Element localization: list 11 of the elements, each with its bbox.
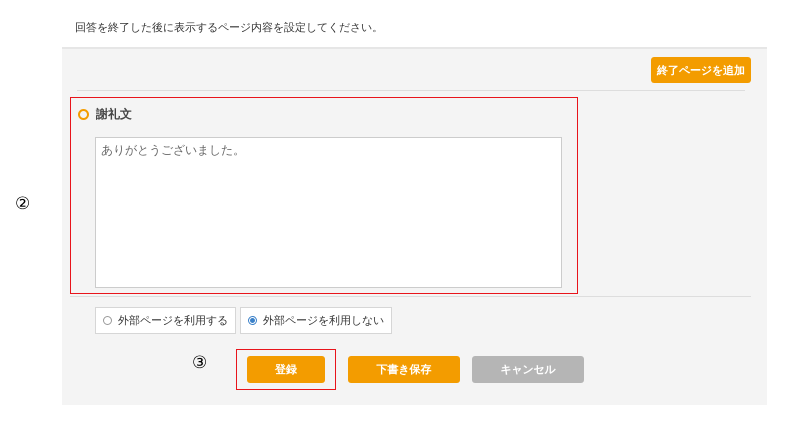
message-field[interactable]: ありがとうございました。 (95, 137, 562, 288)
add-end-page-button[interactable]: 終了ページを追加 (651, 57, 751, 83)
radio-option[interactable]: 外部ページを利用する (95, 307, 236, 334)
instruction-text: 回答を終了した後に表示するページ内容を設定してください。 (75, 20, 383, 35)
action-button[interactable]: 登録 (247, 356, 325, 383)
annotation-number: ② (15, 194, 30, 214)
section-title: 謝礼文 (96, 106, 132, 123)
annotation-number: ③ (192, 353, 208, 373)
radio-option[interactable]: 外部ページを利用しない (240, 307, 392, 334)
ring-icon (78, 109, 89, 120)
action-button[interactable]: 下書き保存 (348, 356, 460, 383)
